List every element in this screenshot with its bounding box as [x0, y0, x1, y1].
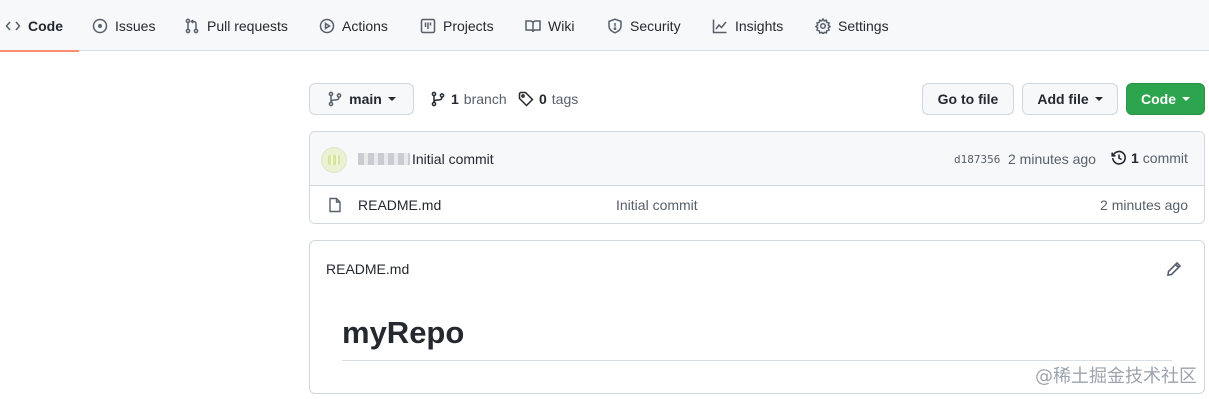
- tab-code[interactable]: Code: [0, 0, 79, 52]
- gear-icon: [815, 17, 831, 34]
- file-name[interactable]: README.md: [358, 197, 441, 213]
- git-branch-icon: [328, 91, 342, 107]
- tab-settings-label: Settings: [838, 17, 889, 34]
- tab-wiki[interactable]: Wiki: [525, 0, 574, 51]
- readme-title[interactable]: README.md: [326, 261, 409, 277]
- caret-down-icon: [1094, 97, 1103, 101]
- repo-nav: Code Issues Pull requests Actions Projec…: [0, 0, 1209, 52]
- file-row[interactable]: README.md Initial commit 2 minutes ago: [310, 187, 1204, 223]
- play-icon: [319, 18, 335, 33]
- go-to-file-button[interactable]: Go to file: [922, 83, 1014, 115]
- file-time: 2 minutes ago: [1100, 197, 1188, 213]
- avatar[interactable]: [321, 147, 347, 173]
- file-browser: Initial commit d187356 2 minutes ago 1 c…: [309, 131, 1205, 224]
- pull-request-icon: [185, 18, 199, 33]
- tab-pull-requests-label: Pull requests: [207, 17, 288, 34]
- issue-icon: [92, 18, 108, 33]
- code-icon: [5, 21, 21, 30]
- caret-down-icon: [1182, 97, 1190, 101]
- tab-projects[interactable]: Projects: [420, 0, 494, 51]
- readme-heading: myRepo: [342, 315, 1172, 361]
- tab-security[interactable]: Security: [607, 0, 681, 51]
- commit-sha[interactable]: d187356: [954, 153, 1000, 166]
- file-icon: [329, 197, 341, 213]
- tab-insights-label: Insights: [735, 17, 784, 34]
- shield-icon: [608, 17, 622, 34]
- tags-count: 0: [539, 91, 547, 107]
- commits-count: 1: [1131, 150, 1139, 166]
- tab-projects-label: Projects: [443, 17, 494, 34]
- commit-author-blurred[interactable]: [358, 153, 410, 165]
- tab-settings[interactable]: Settings: [815, 0, 889, 51]
- tab-issues[interactable]: Issues: [92, 0, 155, 51]
- tab-actions[interactable]: Actions: [319, 0, 388, 51]
- caret-down-icon: [387, 97, 396, 101]
- project-table-icon: [420, 18, 436, 33]
- tab-security-label: Security: [630, 17, 681, 34]
- watermark: @稀土掘金技术社区: [1035, 366, 1197, 387]
- tab-wiki-label: Wiki: [548, 17, 575, 34]
- commits-history-link[interactable]: 1 commit: [1111, 150, 1188, 166]
- tab-pull-requests[interactable]: Pull requests: [184, 0, 288, 51]
- tab-insights[interactable]: Insights: [712, 0, 783, 51]
- branch-select-button[interactable]: main: [309, 83, 414, 115]
- file-commit-message[interactable]: Initial commit: [616, 197, 698, 213]
- branches-label: branch: [463, 91, 507, 107]
- pencil-icon[interactable]: [1166, 261, 1182, 277]
- latest-commit-message[interactable]: Initial commit: [412, 151, 494, 167]
- code-button-label: Code: [1141, 91, 1176, 107]
- tab-actions-label: Actions: [342, 17, 388, 34]
- branches-link[interactable]: 1 branch: [430, 89, 507, 109]
- tag-icon: [518, 91, 534, 107]
- tags-link[interactable]: 0 tags: [518, 89, 578, 109]
- tags-label: tags: [551, 91, 579, 107]
- history-icon: [1111, 150, 1126, 165]
- add-file-button[interactable]: Add file: [1022, 83, 1118, 115]
- latest-commit-row: Initial commit d187356 2 minutes ago 1 c…: [310, 132, 1204, 186]
- branch-name: main: [349, 91, 382, 107]
- add-file-label: Add file: [1037, 91, 1089, 107]
- code-button[interactable]: Code: [1126, 83, 1205, 115]
- tab-issues-label: Issues: [115, 17, 156, 34]
- commits-label: commit: [1142, 150, 1188, 166]
- book-icon: [525, 19, 541, 32]
- go-to-file-label: Go to file: [937, 91, 999, 107]
- tab-code-label: Code: [28, 17, 63, 34]
- commit-time: 2 minutes ago: [1008, 151, 1096, 167]
- graph-icon: [712, 19, 727, 33]
- branches-count: 1: [451, 91, 459, 107]
- git-branch-icon: [431, 91, 445, 107]
